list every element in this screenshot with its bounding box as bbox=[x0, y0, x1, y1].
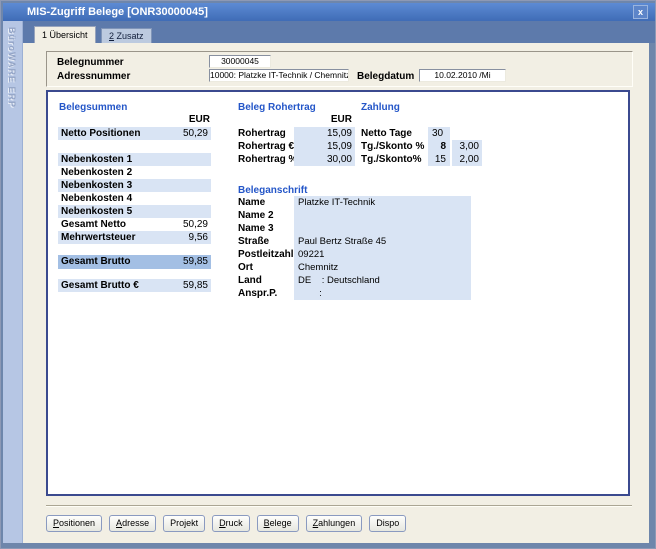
zahlung-prozent-cell: 2,00 bbox=[452, 153, 482, 166]
zahlungen-button[interactable]: Zahlungen bbox=[306, 515, 363, 532]
address-row-label: Name 3 bbox=[238, 222, 274, 235]
summary-row-nebenkosten-4: Nebenkosten 4 bbox=[58, 192, 211, 205]
zahlung-tage-cell: 8 bbox=[428, 140, 450, 153]
rohertrag-row-value: 15,09 bbox=[294, 140, 355, 153]
positionen-button[interactable]: Positionen bbox=[46, 515, 102, 532]
summary-row-gesamt-brutto-eur: Gesamt Brutto €59,85 bbox=[58, 279, 211, 292]
zahlung-tage-cell: 15 bbox=[428, 153, 450, 166]
title-bar: MIS-Zugriff Belege [ONR30000045] x bbox=[3, 3, 655, 21]
summary-row-nebenkosten-5: Nebenkosten 5 bbox=[58, 205, 211, 218]
adressnummer-input[interactable]: 10000: Platzke IT-Technik / Chemnitz bbox=[209, 69, 349, 82]
summary-row-netto-positionen: Netto Positionen50,29 bbox=[58, 127, 211, 140]
zahlung-title: Zahlung bbox=[361, 102, 400, 113]
header-fields-box: Belegnummer 30000045 Adressnummer 10000:… bbox=[46, 51, 633, 87]
address-row-value: : bbox=[298, 287, 322, 300]
tab-zusatz[interactable]: 2 Zusatz bbox=[101, 28, 152, 43]
zahlung-row-label: Tg./Skonto % bbox=[361, 140, 424, 153]
rohertrag-currency-header: EUR bbox=[294, 114, 352, 125]
zahlung-prozent-cell bbox=[452, 127, 482, 140]
zahlung-prozent-cell: 3,00 bbox=[452, 140, 482, 153]
adressnummer-label: Adressnummer bbox=[57, 71, 130, 82]
address-row-label: Anspr.P. bbox=[238, 287, 277, 300]
tab-zusatz-label: 2 Zusatz bbox=[109, 31, 144, 41]
dispo-button[interactable]: Dispo bbox=[369, 515, 406, 532]
belegdatum-label: Belegdatum bbox=[357, 71, 414, 82]
belegsummen-currency-header: EUR bbox=[58, 114, 210, 125]
address-row-value: 09221 bbox=[298, 248, 324, 261]
belegnummer-input[interactable]: 30000045 bbox=[209, 55, 271, 68]
bottom-divider bbox=[46, 505, 632, 507]
address-row-value: DE : Deutschland bbox=[298, 274, 380, 287]
brand-text: BüroWARE ERP bbox=[7, 27, 17, 108]
address-row-value: Chemnitz bbox=[298, 261, 338, 274]
address-row-label: Name bbox=[238, 196, 265, 209]
app-window: MIS-Zugriff Belege [ONR30000045] x BüroW… bbox=[0, 0, 656, 549]
rohertrag-row-label: Rohertrag % bbox=[238, 153, 297, 166]
address-row-label: Straße bbox=[238, 235, 269, 248]
rohertrag-row-value: 15,09 bbox=[294, 127, 355, 140]
belegdatum-input[interactable]: 10.02.2010 /Mi bbox=[419, 69, 506, 82]
summary-row-nebenkosten-2: Nebenkosten 2 bbox=[58, 166, 211, 179]
adresse-button[interactable]: Adresse bbox=[109, 515, 156, 532]
rohertrag-row-label: Rohertrag € bbox=[238, 140, 294, 153]
summary-row-nebenkosten-1: Nebenkosten 1 bbox=[58, 153, 211, 166]
address-row-value: Paul Bertz Straße 45 bbox=[298, 235, 386, 248]
action-button-row: Positionen Adresse Projekt Druck Belege … bbox=[46, 515, 406, 532]
summary-row-gesamt-brutto: Gesamt Brutto59,85 bbox=[58, 255, 211, 269]
tab-strip: 1 Übersicht 2 Zusatz bbox=[23, 21, 655, 43]
close-button[interactable]: x bbox=[633, 5, 648, 19]
druck-button[interactable]: Druck bbox=[212, 515, 250, 532]
close-icon: x bbox=[638, 7, 643, 17]
rohertrag-title: Beleg Rohertrag bbox=[238, 102, 316, 113]
address-row-label: Name 2 bbox=[238, 209, 274, 222]
zahlung-row-label: Tg./Skonto% bbox=[361, 153, 422, 166]
main-panel: Belegsummen EUR Netto Positionen50,29 Ne… bbox=[46, 90, 630, 496]
brand-sidebar: BüroWARE ERP bbox=[3, 21, 23, 543]
tab-uebersicht[interactable]: 1 Übersicht bbox=[34, 26, 96, 43]
projekt-button[interactable]: Projekt bbox=[163, 515, 205, 532]
beleganschrift-title: Beleganschrift bbox=[238, 185, 307, 196]
tab-uebersicht-label: 1 Übersicht bbox=[42, 30, 88, 40]
summary-row-nebenkosten-3: Nebenkosten 3 bbox=[58, 179, 211, 192]
zahlung-row-label: Netto Tage bbox=[361, 127, 412, 140]
belegsummen-title: Belegsummen bbox=[59, 102, 127, 113]
tab-page: Belegnummer 30000045 Adressnummer 10000:… bbox=[23, 43, 649, 543]
rohertrag-row-value: 30,00 bbox=[294, 153, 355, 166]
summary-row-mehrwertsteuer: Mehrwertsteuer9,56 bbox=[58, 231, 211, 244]
belegnummer-label: Belegnummer bbox=[57, 57, 124, 68]
address-row-label: Postleitzahl bbox=[238, 248, 294, 261]
zahlung-tage-cell: 30 bbox=[428, 127, 450, 140]
summary-row-gesamt-netto: Gesamt Netto50,29 bbox=[58, 218, 211, 231]
address-row-label: Ort bbox=[238, 261, 253, 274]
address-row-value: Platzke IT-Technik bbox=[298, 196, 375, 209]
rohertrag-row-label: Rohertrag bbox=[238, 127, 286, 140]
address-row-label: Land bbox=[238, 274, 262, 287]
belege-button[interactable]: Belege bbox=[257, 515, 299, 532]
window-title: MIS-Zugriff Belege [ONR30000045] bbox=[27, 6, 208, 18]
